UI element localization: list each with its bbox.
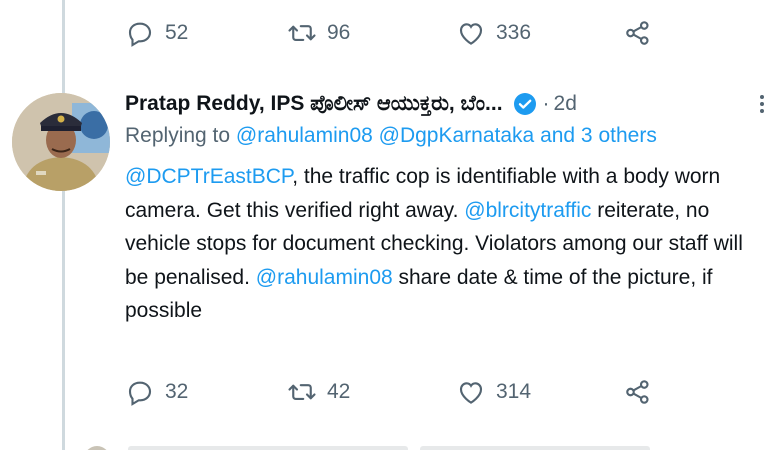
tweet-header: Pratap Reddy, IPS ಪೊಲೀಸ್ ಆಯುಕ್ತರು, ಬೆಂ..… bbox=[125, 86, 765, 122]
mention-link[interactable]: @DCPTrEastBCP bbox=[125, 165, 292, 188]
retweet-icon bbox=[288, 25, 316, 41]
share-icon bbox=[626, 380, 649, 404]
mention-link[interactable]: @rahulamin08 bbox=[256, 266, 393, 289]
mention-link[interactable]: @blrcitytraffic bbox=[464, 199, 591, 222]
like-icon bbox=[459, 23, 483, 45]
reply-button[interactable]: 32 bbox=[125, 377, 188, 407]
retweet-count: 42 bbox=[327, 380, 351, 403]
like-button[interactable]: 314 bbox=[456, 377, 531, 407]
more-icon[interactable] bbox=[760, 92, 766, 116]
mention-link[interactable]: @rahulamin08 bbox=[236, 124, 373, 147]
reply-count: 32 bbox=[165, 380, 189, 403]
replying-to: Replying to @rahulamin08 @DgpKarnataka a… bbox=[125, 124, 657, 148]
tweet-text: @DCPTrEastBCP, the traffic cop is identi… bbox=[125, 160, 765, 328]
reply-count: 52 bbox=[165, 21, 189, 44]
like-count: 314 bbox=[496, 380, 532, 403]
like-button[interactable]: 336 bbox=[456, 18, 531, 48]
retweet-count: 96 bbox=[327, 21, 351, 44]
like-count: 336 bbox=[496, 21, 532, 44]
share-icon bbox=[626, 21, 649, 45]
reply-icon bbox=[128, 381, 152, 406]
mention-link[interactable]: @DgpKarnataka bbox=[379, 124, 535, 147]
retweet-button[interactable]: 96 bbox=[287, 18, 350, 48]
like-icon bbox=[459, 382, 483, 404]
reply-button[interactable]: 52 bbox=[125, 18, 188, 48]
author-name[interactable]: Pratap Reddy, IPS ಪೊಲೀಸ್ ಆಯುಕ್ತರು, ಬೆಂ..… bbox=[125, 92, 503, 116]
reply-icon bbox=[128, 22, 152, 47]
share-button[interactable] bbox=[623, 18, 653, 48]
avatar[interactable] bbox=[12, 93, 110, 191]
separator-dot: · bbox=[542, 92, 550, 115]
retweet-button[interactable]: 42 bbox=[287, 377, 350, 407]
retweet-icon bbox=[288, 384, 316, 400]
others-link[interactable]: and 3 others bbox=[540, 124, 657, 147]
share-button[interactable] bbox=[623, 377, 653, 407]
verified-icon bbox=[513, 93, 536, 115]
tweet-time[interactable]: 2d bbox=[554, 92, 577, 116]
next-tweet-peek bbox=[0, 438, 780, 450]
thread-line bbox=[62, 0, 65, 450]
replying-prefix: Replying to bbox=[125, 124, 236, 147]
